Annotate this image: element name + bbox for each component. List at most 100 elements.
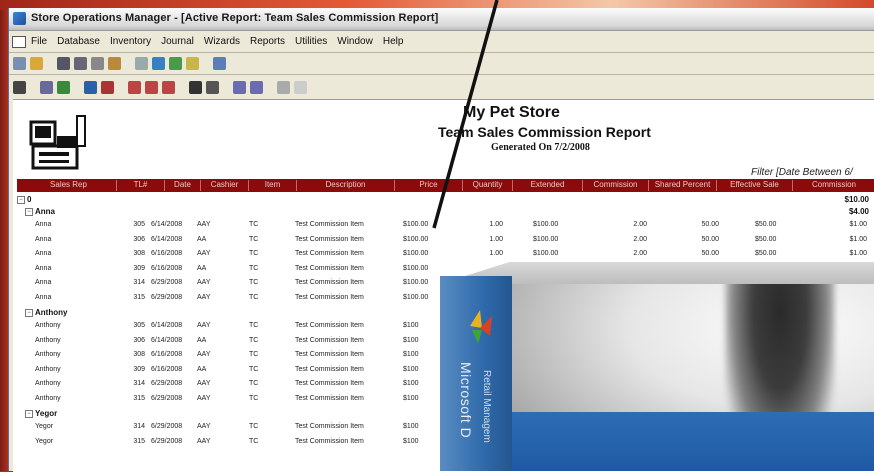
refresh-icon[interactable] bbox=[277, 80, 290, 94]
windows-flag-logo bbox=[470, 310, 492, 344]
people-icon[interactable] bbox=[152, 56, 165, 70]
email-icon[interactable] bbox=[250, 80, 263, 94]
tag-icon[interactable] bbox=[186, 56, 199, 70]
row-price: $100.00 bbox=[403, 279, 429, 286]
menu-items: File Database Inventory Journal Wizards Repor… bbox=[31, 36, 403, 47]
row-item: TC bbox=[249, 235, 259, 243]
copy-icon[interactable] bbox=[233, 80, 246, 94]
menu-utilities[interactable]: Utilities bbox=[295, 36, 327, 47]
row-rep: Anna bbox=[35, 264, 52, 272]
menu-window[interactable]: Window bbox=[337, 36, 373, 47]
row-rep: Anthony bbox=[35, 380, 61, 387]
row-cashier: AA bbox=[197, 365, 207, 373]
column-header[interactable]: Price bbox=[395, 180, 463, 191]
row-desc: Test Commission Item bbox=[295, 235, 364, 243]
lock-icon[interactable] bbox=[30, 56, 43, 70]
row-date: 6/14/2008 bbox=[151, 235, 183, 243]
row-date: 6/29/2008 bbox=[151, 380, 183, 387]
title-bar[interactable]: Store Operations Manager - [Active Repor… bbox=[9, 8, 874, 31]
menu-file[interactable]: File bbox=[31, 36, 47, 47]
column-header[interactable]: Commission bbox=[583, 180, 649, 191]
row-price: $100 bbox=[403, 351, 419, 358]
collapse-group-icon[interactable]: − bbox=[25, 208, 33, 216]
row-item: TC bbox=[249, 250, 259, 257]
document-icon[interactable] bbox=[12, 36, 26, 48]
total-icon[interactable] bbox=[145, 80, 158, 94]
column-header[interactable]: Extended bbox=[513, 180, 583, 191]
column-header[interactable]: Description bbox=[297, 180, 395, 191]
menu-database[interactable]: Database bbox=[57, 36, 100, 47]
column-icon[interactable] bbox=[40, 80, 53, 94]
row-num: 306 bbox=[133, 336, 145, 344]
row-num: 308 bbox=[133, 250, 145, 257]
row-cashier: AA bbox=[197, 264, 207, 272]
column-header[interactable]: Quantity bbox=[463, 180, 513, 191]
toolbar-main bbox=[11, 54, 226, 72]
menu-reports[interactable]: Reports bbox=[250, 36, 285, 47]
row-desc: Test Commission Item bbox=[295, 365, 364, 373]
summary-icon[interactable] bbox=[162, 80, 175, 94]
row-desc: Test Commission Item bbox=[295, 293, 364, 301]
collapse-all-icon[interactable]: − bbox=[17, 196, 25, 204]
row-num: 314 bbox=[133, 279, 145, 286]
row-item: TC bbox=[249, 351, 259, 358]
row-desc: Test Commission Item bbox=[295, 351, 364, 358]
row-shared: 50.00 bbox=[701, 221, 719, 228]
row-rep: Anthony bbox=[35, 351, 61, 358]
sort-icon[interactable] bbox=[101, 80, 114, 94]
menu-help[interactable]: Help bbox=[383, 36, 404, 47]
menu-wizards[interactable]: Wizards bbox=[204, 36, 240, 47]
column-header[interactable]: Shared Percent bbox=[649, 180, 717, 191]
column-header[interactable]: Cashier bbox=[201, 180, 249, 191]
row-price: $100 bbox=[403, 394, 419, 402]
package-icon[interactable] bbox=[108, 56, 121, 70]
group-icon[interactable] bbox=[57, 80, 70, 94]
row-num: 315 bbox=[133, 437, 145, 445]
collapse-group-icon[interactable]: − bbox=[25, 309, 33, 317]
print-icon[interactable] bbox=[13, 80, 26, 94]
row-date: 6/14/2008 bbox=[151, 336, 183, 344]
row-num: 315 bbox=[133, 394, 145, 402]
toolbar-report bbox=[11, 78, 307, 96]
save-icon[interactable] bbox=[189, 80, 202, 94]
window-icon[interactable] bbox=[135, 56, 148, 70]
column-header[interactable]: Date bbox=[165, 180, 201, 191]
filter-icon[interactable] bbox=[84, 80, 97, 94]
table-icon[interactable] bbox=[74, 56, 87, 70]
row-price: $100.00 bbox=[403, 235, 429, 243]
column-header[interactable]: Sales Rep bbox=[21, 180, 117, 191]
app-icon bbox=[13, 12, 26, 25]
menu-journal[interactable]: Journal bbox=[161, 36, 194, 47]
export-icon[interactable] bbox=[206, 80, 219, 94]
toolbar-separator bbox=[9, 52, 874, 53]
row-date: 6/14/2008 bbox=[151, 322, 183, 329]
row-shared: 50.00 bbox=[701, 250, 719, 257]
cash-register-icon bbox=[29, 115, 86, 170]
column-header[interactable]: TL# bbox=[117, 180, 165, 191]
new-icon[interactable] bbox=[13, 56, 26, 70]
row-price: $100 bbox=[403, 423, 419, 430]
menu-inventory[interactable]: Inventory bbox=[110, 36, 151, 47]
customer-icon[interactable] bbox=[169, 56, 182, 70]
subtotal-icon[interactable] bbox=[128, 80, 141, 94]
row-item: TC bbox=[249, 365, 259, 373]
row-pct: 2.00 bbox=[633, 221, 647, 228]
collapse-group-icon[interactable]: − bbox=[25, 410, 33, 418]
row-qty: 1.00 bbox=[489, 235, 503, 243]
stop-icon[interactable] bbox=[294, 80, 307, 94]
database-icon[interactable] bbox=[57, 56, 70, 70]
column-header[interactable]: Commission bbox=[793, 180, 874, 191]
row-date: 6/29/2008 bbox=[151, 293, 183, 301]
column-header[interactable]: Item bbox=[249, 180, 297, 191]
report-icon[interactable] bbox=[213, 56, 226, 70]
row-item: TC bbox=[249, 336, 259, 344]
generated-date: Generated On 7/2/2008 bbox=[491, 142, 590, 153]
row-ext: $100.00 bbox=[533, 250, 559, 257]
row-item: TC bbox=[249, 423, 259, 430]
print-setup-icon[interactable] bbox=[91, 56, 104, 70]
column-header[interactable]: Effective Sale bbox=[717, 180, 793, 191]
row-cashier: AAY bbox=[197, 279, 211, 286]
row-num: 306 bbox=[133, 235, 145, 243]
row-pct: 2.00 bbox=[633, 250, 647, 257]
row-price: $100 bbox=[403, 322, 419, 329]
